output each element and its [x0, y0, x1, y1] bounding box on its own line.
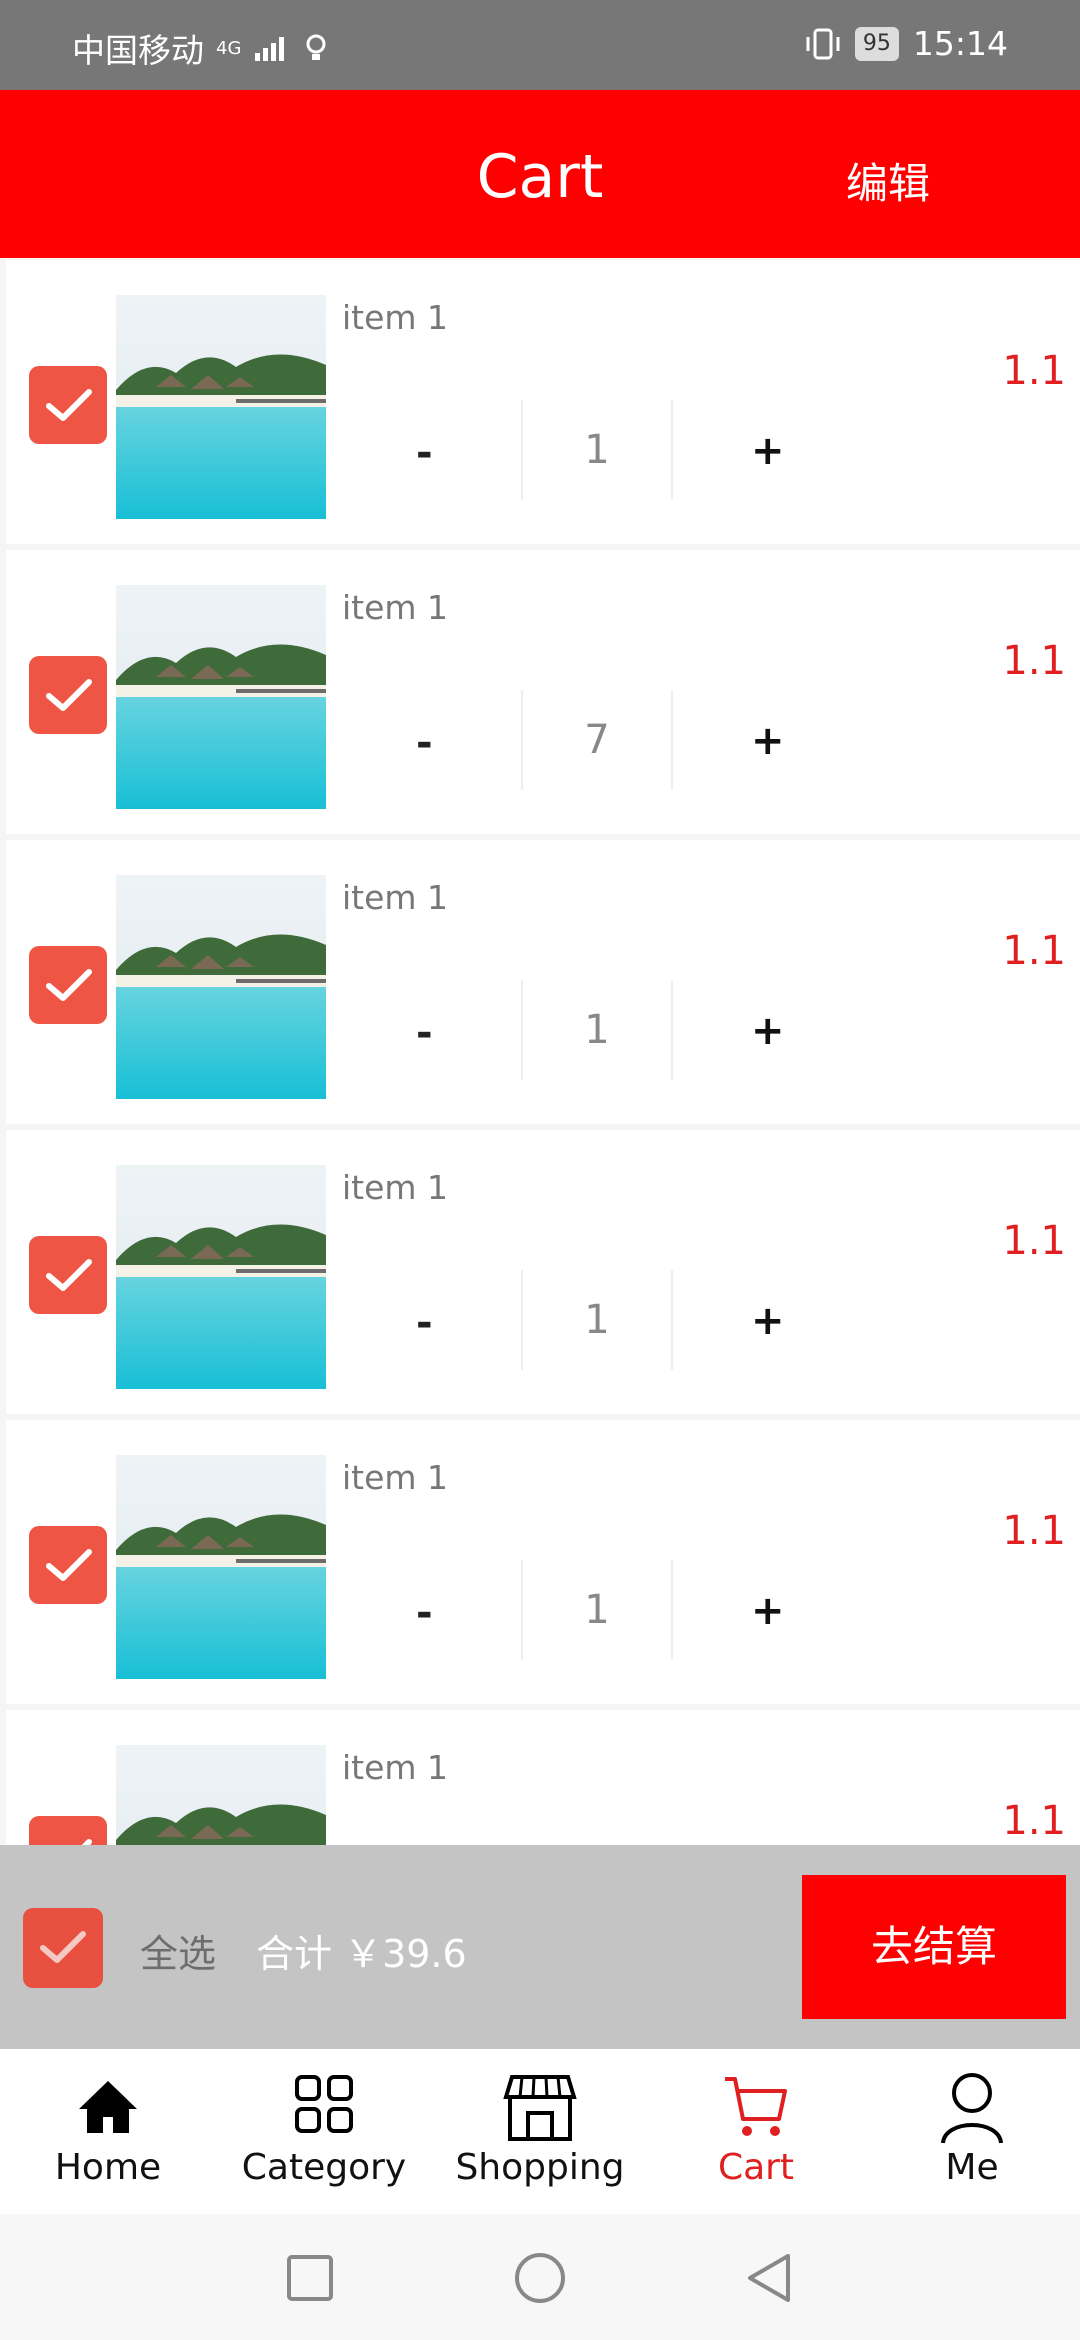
increase-quantity-button[interactable]: + [751, 1298, 785, 1344]
checkmark-icon [46, 1259, 92, 1291]
quantity-field[interactable]: 1 [521, 980, 673, 1080]
total-amount: 合计 ￥39.6 [256, 1932, 467, 1976]
product-image[interactable] [116, 1165, 326, 1389]
vibrate-icon [806, 28, 840, 59]
status-left: 中国移动 4G [72, 24, 327, 72]
product-image[interactable] [116, 295, 326, 519]
status-right: 95 15:14 [805, 24, 1008, 63]
item-name: item 1 [342, 1168, 449, 1207]
decrease-quantity-button[interactable]: - [416, 430, 433, 476]
cart-item[interactable]: item 1 1.1 - 1 + [6, 1710, 1080, 1845]
item-name: item 1 [342, 1748, 449, 1787]
item-price: 1.1 [1002, 1798, 1066, 1844]
cart-item[interactable]: item 1 1.1 - 1 + [6, 260, 1080, 544]
increase-quantity-button[interactable]: + [751, 1588, 785, 1634]
item-checkbox[interactable] [29, 1816, 107, 1845]
item-checkbox[interactable] [29, 656, 107, 734]
edit-button[interactable]: 编辑 [846, 150, 930, 211]
product-image[interactable] [116, 1455, 326, 1679]
tab-label: Home [54, 2147, 162, 2188]
time-label: 15:14 [912, 24, 1008, 63]
back-icon[interactable] [744, 2252, 794, 2304]
tab-label: Cart [717, 2147, 795, 2188]
item-checkbox[interactable] [29, 946, 107, 1024]
cart-item[interactable]: item 1 1.1 - 7 + [6, 550, 1080, 834]
user-icon [941, 2073, 1003, 2144]
quantity-field[interactable]: 1 [521, 1560, 673, 1660]
item-name: item 1 [342, 298, 449, 337]
bulb-icon [306, 34, 326, 60]
cart-icon [725, 2077, 787, 2136]
item-price: 1.1 [1002, 638, 1066, 684]
checkmark-icon [46, 1549, 92, 1581]
select-all-checkbox[interactable] [23, 1908, 103, 1988]
decrease-quantity-button[interactable]: - [416, 1010, 433, 1056]
product-image[interactable] [116, 875, 326, 1099]
checkmark-icon [46, 389, 92, 421]
tab-label: Me [945, 2147, 999, 2188]
home-circle-icon[interactable] [514, 2252, 566, 2304]
tab-me[interactable]: Me [864, 2067, 1080, 2207]
network-label: 4G [216, 37, 242, 59]
increase-quantity-button[interactable]: + [751, 1008, 785, 1054]
product-image[interactable] [116, 585, 326, 809]
item-name: item 1 [342, 588, 449, 627]
item-checkbox[interactable] [29, 1526, 107, 1604]
bottom-tab-bar: Home Category Shopping Cart Me [0, 2049, 1080, 2214]
cart-list[interactable]: item 1 1.1 - 1 + item 1 1.1 - 7 + item 1… [0, 258, 1080, 1845]
item-checkbox[interactable] [29, 366, 107, 444]
checkout-button[interactable]: 去结算 [802, 1875, 1066, 2019]
item-name: item 1 [342, 1458, 449, 1497]
decrease-quantity-button[interactable]: - [416, 720, 433, 766]
tab-category[interactable]: Category [216, 2067, 432, 2207]
item-checkbox[interactable] [29, 1236, 107, 1314]
carrier-label: 中国移动 [72, 31, 204, 70]
decrease-quantity-button[interactable]: - [416, 1590, 433, 1636]
quantity-field[interactable]: 7 [521, 690, 673, 790]
system-navigation-bar [0, 2214, 1080, 2340]
tab-cart[interactable]: Cart [648, 2067, 864, 2207]
cart-item[interactable]: item 1 1.1 - 1 + [6, 840, 1080, 1124]
checkmark-icon [40, 1931, 86, 1963]
checkout-bar: 全选 合计 ￥39.6 去结算 [0, 1845, 1080, 2049]
tab-label: Shopping [455, 2147, 625, 2188]
status-bar: 中国移动 4G 95 15:14 [0, 0, 1080, 90]
item-price: 1.1 [1002, 928, 1066, 974]
item-price: 1.1 [1002, 1218, 1066, 1264]
item-name: item 1 [342, 878, 449, 917]
recents-icon[interactable] [286, 2254, 334, 2302]
tab-label: Category [241, 2147, 407, 2188]
select-all-label: 全选 [140, 1932, 217, 1976]
checkmark-icon [46, 969, 92, 1001]
checkmark-icon [81, 1839, 92, 1845]
home-icon [79, 2081, 137, 2133]
tab-home[interactable]: Home [0, 2067, 216, 2207]
category-icon [295, 2075, 353, 2133]
quantity-field[interactable]: 1 [521, 1270, 673, 1370]
signal-icon [255, 37, 285, 61]
item-price: 1.1 [1002, 1508, 1066, 1554]
decrease-quantity-button[interactable]: - [416, 1300, 433, 1346]
cart-item[interactable]: item 1 1.1 - 1 + [6, 1420, 1080, 1704]
quantity-field[interactable]: 1 [521, 400, 673, 500]
cart-item[interactable]: item 1 1.1 - 1 + [6, 1130, 1080, 1414]
checkmark-icon [46, 679, 92, 711]
increase-quantity-button[interactable]: + [751, 428, 785, 474]
app-header: Cart 编辑 [0, 90, 1080, 258]
tab-shopping[interactable]: Shopping [432, 2067, 648, 2207]
item-price: 1.1 [1002, 348, 1066, 394]
product-image[interactable] [116, 1745, 326, 1845]
battery-indicator: 95 [854, 26, 899, 61]
increase-quantity-button[interactable]: + [751, 718, 785, 764]
store-icon [503, 2075, 577, 2141]
